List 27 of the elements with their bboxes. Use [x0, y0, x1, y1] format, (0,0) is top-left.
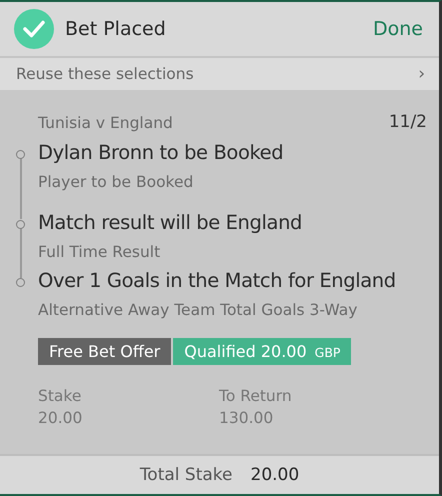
selection-name: Over 1 Goals in the Match for England [38, 268, 396, 294]
odds: 11/2 [388, 112, 427, 132]
checkmark-icon [14, 9, 54, 49]
done-button[interactable]: Done [373, 18, 423, 40]
market-name: Full Time Result [38, 242, 162, 263]
selection-name: Dylan Bronn to be Booked [38, 140, 284, 166]
chevron-icon: › [418, 66, 425, 82]
timeline-dot [16, 278, 25, 287]
qualified-badge: Qualified 20.00 GBP [173, 338, 352, 365]
selection-name: Match result will be England [38, 210, 302, 236]
timeline-line [20, 227, 22, 278]
total-stake-label: Total Stake [140, 465, 232, 485]
stake-label: Stake [38, 387, 82, 405]
reuse-selections-link[interactable]: Reuse these selections › [0, 58, 439, 90]
free-bet-badge: Free Bet Offer [38, 338, 172, 365]
timeline-line [20, 157, 22, 219]
stake-value: 20.00 [38, 409, 84, 427]
timeline-dot [16, 220, 25, 229]
header-title: Bet Placed [65, 18, 167, 40]
reuse-label: Reuse these selections [16, 65, 194, 83]
return-label: To Return [219, 387, 293, 405]
market-name: Alternative Away Team Total Goals 3-Way [38, 300, 358, 321]
event-name: Tunisia v England [38, 114, 173, 132]
market-name: Player to be Booked [38, 172, 194, 193]
return-value: 130.00 [219, 409, 274, 427]
timeline-dot [16, 150, 25, 159]
total-stake-value: 20.00 [250, 465, 300, 485]
